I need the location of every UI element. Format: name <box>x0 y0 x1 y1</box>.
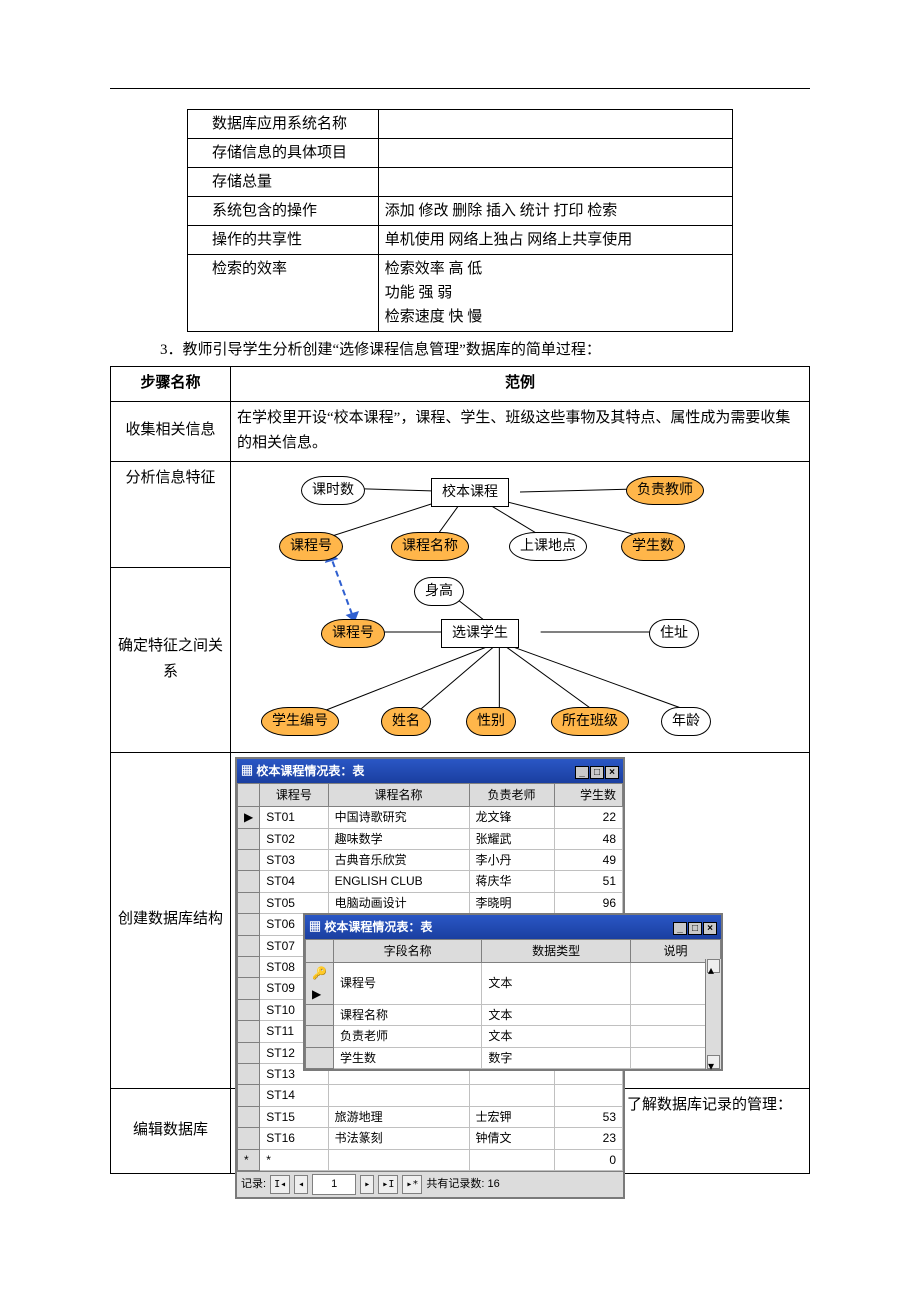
step-name: 收集相关信息 <box>111 401 231 461</box>
table-row[interactable]: ST02趣味数学张耀武48 <box>238 828 623 849</box>
nav-next-icon[interactable]: ▸ <box>360 1175 374 1194</box>
steps-table: 步骤名称 范例 收集相关信息 在学校里开设“校本课程”，课程、学生、班级这些事物… <box>110 366 810 1174</box>
step-name: 分析信息特征 <box>111 461 231 567</box>
maximize-icon[interactable]: □ <box>688 922 702 935</box>
attr-zz: 住址 <box>649 619 699 649</box>
nav-position[interactable]: 1 <box>312 1174 356 1195</box>
table-row[interactable]: 学生数数字 <box>306 1047 721 1068</box>
attr-xss: 学生数 <box>621 532 685 562</box>
entity-xbkc: 校本课程 <box>431 478 509 508</box>
col-header[interactable]: 数据类型 <box>482 939 630 962</box>
close-icon[interactable]: × <box>703 922 717 935</box>
properties-table: 数据库应用系统名称 存储信息的具体项目 存储总量 系统包含的操作添加 修改 删除… <box>187 109 733 332</box>
table-row[interactable]: ST05电脑动画设计李晓明96 <box>238 892 623 913</box>
table-row[interactable]: 🔑▶课程号文本 <box>306 963 721 1005</box>
prop-key: 数据库应用系统名称 <box>188 110 379 139</box>
prop-key: 系统包含的操作 <box>188 197 379 226</box>
prop-val: 添加 修改 删除 插入 统计 打印 检索 <box>378 197 732 226</box>
lead-paragraph: 3．教师引导学生分析创建“选修课程信息管理”数据库的简单过程： <box>160 338 810 362</box>
window-title: ▦ 校本课程情况表：表 <box>309 917 432 937</box>
table-row[interactable]: ST04ENGLISH CLUB蒋庆华51 <box>238 871 623 892</box>
window-titlebar[interactable]: ▦ 校本课程情况表：表 _□× <box>305 915 721 939</box>
record-navigator[interactable]: 记录: I◂ ◂ 1 ▸ ▸I ▸* 共有记录数: 16 <box>237 1171 623 1197</box>
minimize-icon[interactable]: _ <box>673 922 687 935</box>
table-row[interactable]: ST16书法篆刻钟倩文23 <box>238 1128 623 1149</box>
nav-first-icon[interactable]: I◂ <box>270 1175 290 1194</box>
attr-xb: 性别 <box>466 707 516 737</box>
col-header[interactable]: 字段名称 <box>333 939 481 962</box>
nav-last-icon[interactable]: ▸I <box>378 1175 398 1194</box>
prop-val: 检索效率 高 低 功能 强 弱 检索速度 快 慢 <box>378 255 732 332</box>
maximize-icon[interactable]: □ <box>590 766 604 779</box>
attr-kss: 课时数 <box>301 476 365 506</box>
header-step: 步骤名称 <box>111 367 231 402</box>
attr-kch1: 课程号 <box>279 532 343 562</box>
attr-kcmc: 课程名称 <box>391 532 469 562</box>
table-row[interactable]: ▶ST01中国诗歌研究龙文锋22 <box>238 807 623 828</box>
table-row[interactable]: ST03古典音乐欣赏李小丹49 <box>238 850 623 871</box>
step-name: 确定特征之间关系 <box>111 567 231 752</box>
nav-label: 记录: <box>241 1175 266 1194</box>
table-row[interactable]: ST14 <box>238 1085 623 1106</box>
prop-val <box>378 168 732 197</box>
window-controls[interactable]: _□× <box>672 917 717 937</box>
prop-val <box>378 110 732 139</box>
prop-key: 存储信息的具体项目 <box>188 139 379 168</box>
nav-prev-icon[interactable]: ◂ <box>294 1175 308 1194</box>
header-example: 范例 <box>231 367 810 402</box>
window-controls[interactable]: _□× <box>574 761 619 781</box>
scroll-down-icon[interactable]: ▾ <box>707 1055 720 1069</box>
col-header[interactable]: 学生数 <box>554 783 622 806</box>
prop-key: 操作的共享性 <box>188 226 379 255</box>
attr-xm: 姓名 <box>381 707 431 737</box>
step-name: 创建数据库结构 <box>111 752 231 1088</box>
entity-diagram-cell: 校本课程 课时数 负责教师 课程号 课程名称 上课地点 学生数 身高 课程号 选… <box>231 461 810 752</box>
attr-fzjs: 负责教师 <box>626 476 704 506</box>
scrollbar[interactable]: ▴ ▾ <box>705 959 721 1069</box>
col-header[interactable]: 课程名称 <box>328 783 469 806</box>
page-rule <box>110 88 810 89</box>
window-titlebar[interactable]: ▦ 校本课程情况表：表 _□× <box>237 759 623 783</box>
close-icon[interactable]: × <box>605 766 619 779</box>
attr-kch2: 课程号 <box>321 619 385 649</box>
table-row[interactable]: 负责老师文本 <box>306 1026 721 1047</box>
attr-xsbh: 学生编号 <box>261 707 339 737</box>
table-row[interactable]: **0 <box>238 1149 623 1170</box>
db-screenshot-cell: ▦ 校本课程情况表：表 _□× 课程号 课程名称 负责老师 学生数 ▶ST01中… <box>231 752 810 1088</box>
table-row[interactable]: ST15旅游地理士宏钾53 <box>238 1106 623 1127</box>
prop-val <box>378 139 732 168</box>
design-window[interactable]: ▦ 校本课程情况表：表 _□× 字段名称 数据类型 说明 🔑▶课程号文本课程名称 <box>303 913 723 1072</box>
nav-total: 共有记录数: 16 <box>426 1175 499 1194</box>
prop-val: 单机使用 网络上独占 网络上共享使用 <box>378 226 732 255</box>
nav-new-icon[interactable]: ▸* <box>402 1175 422 1194</box>
step-name: 编辑数据库 <box>111 1088 231 1174</box>
prop-key: 检索的效率 <box>188 255 379 332</box>
er-diagram: 校本课程 课时数 负责教师 课程号 课程名称 上课地点 学生数 身高 课程号 选… <box>231 462 809 752</box>
minimize-icon[interactable]: _ <box>575 766 589 779</box>
scroll-up-icon[interactable]: ▴ <box>707 959 720 973</box>
attr-sg: 身高 <box>414 577 464 607</box>
design-table[interactable]: 字段名称 数据类型 说明 🔑▶课程号文本课程名称文本负责老师文本学生数数字 <box>305 939 721 1069</box>
attr-szbj: 所在班级 <box>551 707 629 737</box>
step-content: 在学校里开设“校本课程”，课程、学生、班级这些事物及其特点、属性成为需要收集的相… <box>231 401 810 461</box>
col-header[interactable]: 负责老师 <box>469 783 554 806</box>
col-header[interactable]: 课程号 <box>260 783 328 806</box>
window-title: ▦ 校本课程情况表：表 <box>241 761 364 781</box>
table-row[interactable]: 课程名称文本 <box>306 1005 721 1026</box>
prop-key: 存储总量 <box>188 168 379 197</box>
entity-xkxs: 选课学生 <box>441 619 519 649</box>
attr-nl: 年龄 <box>661 707 711 737</box>
attr-skdd: 上课地点 <box>509 532 587 562</box>
